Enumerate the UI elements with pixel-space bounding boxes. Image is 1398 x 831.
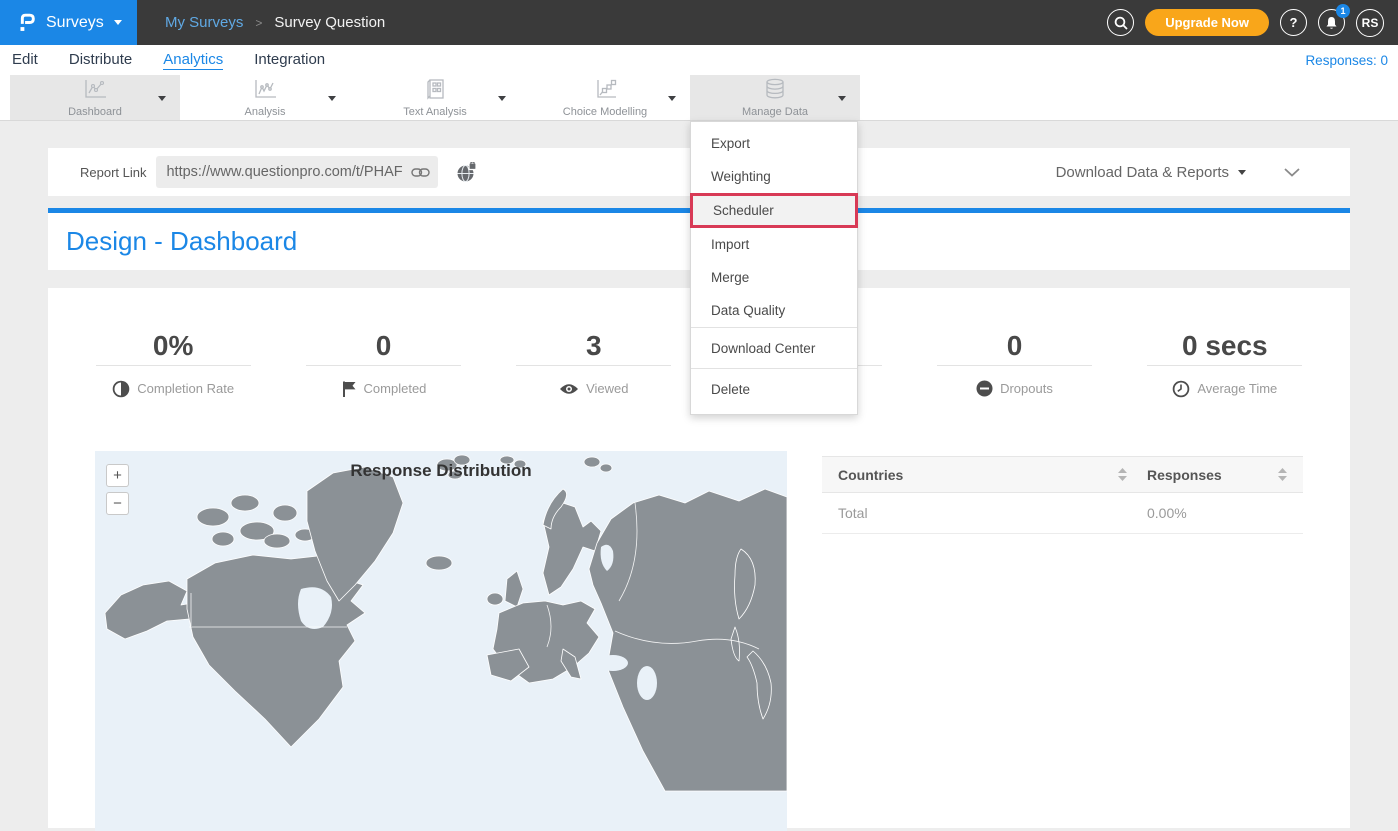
completion-rate-icon [112,380,130,398]
stat-viewed: 3 Viewed [489,331,699,398]
toolbar-manage-data[interactable]: Manage Data [690,75,860,120]
link-icon[interactable] [411,167,430,178]
questionpro-logo-icon [15,10,37,35]
scheduler-highlight-box: Scheduler [690,193,858,228]
search-button[interactable] [1107,9,1134,36]
report-link-field [156,156,438,188]
table-row-total: Total 0.00% [822,493,1303,534]
database-icon [763,78,787,105]
chevron-down-icon [1238,170,1246,175]
manage-data-menu: Export Weighting Scheduler Import Merge … [690,121,858,415]
menu-item-import[interactable]: Import [691,228,857,261]
zoom-in-button[interactable]: + [106,464,129,487]
bell-icon [1325,16,1338,30]
download-data-reports-dropdown[interactable]: Download Data & Reports [1056,164,1246,181]
menu-item-delete[interactable]: Delete [691,369,857,409]
page-title: Design - Dashboard [66,226,297,257]
avatar[interactable]: RS [1356,9,1384,37]
nav-distribute[interactable]: Distribute [69,51,132,69]
breadcrumb-separator: > [255,16,262,30]
topbar: Surveys My Surveys > Survey Question Upg… [0,0,1398,45]
help-button[interactable]: ? [1280,9,1307,36]
product-label: Surveys [46,14,104,32]
product-switcher[interactable]: Surveys [0,0,137,45]
breadcrumb-my-surveys[interactable]: My Surveys [165,14,243,31]
collapse-chevron-icon[interactable] [1284,168,1300,177]
report-link-label: Report Link [80,165,146,180]
response-distribution-map[interactable]: Response Distribution + − [95,451,787,831]
stat-dropouts: 0 Dropouts [909,331,1119,398]
chevron-down-icon [114,20,122,25]
topbar-actions: Upgrade Now ? 1 RS [1107,9,1398,37]
chevron-down-icon[interactable] [328,96,336,101]
flag-icon [341,380,357,398]
eye-icon [559,382,579,396]
line-chart-icon [82,78,108,105]
minus-circle-icon [976,380,993,397]
map-title: Response Distribution [95,451,787,481]
nav-integration[interactable]: Integration [254,51,325,69]
toolbar-dashboard[interactable]: Dashboard [10,75,180,120]
breadcrumb-current: Survey Question [274,14,385,31]
menu-item-weighting[interactable]: Weighting [691,160,857,193]
menu-item-merge[interactable]: Merge [691,261,857,294]
responses-count: Responses: 0 [1305,53,1388,68]
breadcrumb: My Surveys > Survey Question [165,14,385,31]
search-icon [1114,16,1128,30]
table-header: Countries Responses [822,456,1303,493]
zoom-out-button[interactable]: − [106,492,129,515]
notification-badge: 1 [1336,4,1350,18]
toolbar-choice-modelling[interactable]: Choice Modelling [520,75,690,120]
report-link-input[interactable] [166,164,411,180]
chevron-down-icon[interactable] [158,96,166,101]
countries-table: Countries Responses Total 0.00% [822,456,1303,831]
menu-item-download-center[interactable]: Download Center [691,328,857,368]
menu-item-export[interactable]: Export [691,127,857,160]
menu-item-data-quality[interactable]: Data Quality [691,294,857,327]
upgrade-now-button[interactable]: Upgrade Now [1145,9,1269,36]
stat-completion-rate: 0% Completion Rate [68,331,278,398]
sort-icon[interactable] [1278,468,1287,481]
public-report-globe-icon[interactable] [456,162,477,183]
chevron-down-icon[interactable] [838,96,846,101]
analytics-toolbar: Dashboard Analysis Text Analysis [0,75,1398,121]
chevron-down-icon[interactable] [668,96,676,101]
sort-icon[interactable] [1118,468,1127,481]
column-header-countries[interactable]: Countries [838,467,1147,483]
stat-average-time: 0 secs Average Time [1120,331,1330,398]
notifications: 1 [1318,9,1345,36]
survey-nav: Edit Distribute Analytics Integration Re… [0,45,1398,75]
nav-analytics[interactable]: Analytics [163,51,223,70]
scatter-chart-icon [252,78,278,105]
menu-item-scheduler[interactable]: Scheduler [693,196,855,225]
model-chart-icon [592,78,618,105]
nav-edit[interactable]: Edit [12,51,38,69]
stat-completed: 0 Completed [278,331,488,398]
map-zoom-controls: + − [106,464,129,515]
chevron-down-icon[interactable] [498,96,506,101]
clock-icon [1172,380,1190,398]
document-icon [423,78,447,105]
toolbar-analysis[interactable]: Analysis [180,75,350,120]
world-map[interactable] [95,451,787,831]
toolbar-text-analysis[interactable]: Text Analysis [350,75,520,120]
column-header-responses[interactable]: Responses [1147,467,1287,483]
dashboard-content-row: Response Distribution + − Countries Resp… [48,451,1350,831]
